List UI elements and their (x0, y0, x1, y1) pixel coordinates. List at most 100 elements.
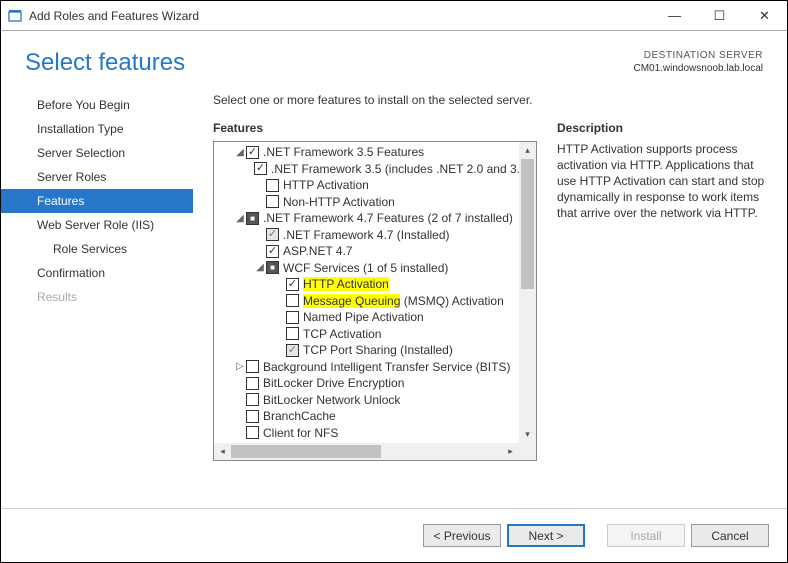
tree-row[interactable]: ASP.NET 4.7 (218, 243, 536, 260)
checkbox[interactable] (286, 311, 299, 324)
nav-item[interactable]: Role Services (25, 237, 193, 261)
tree-row[interactable]: ◢ .NET Framework 3.5 Features (218, 144, 536, 161)
tree-item-label: BranchCache (263, 409, 336, 423)
destination-label: DESTINATION SERVER (633, 49, 763, 62)
minimize-button[interactable]: ― (652, 1, 697, 31)
tree-row[interactable]: Non-HTTP Activation (218, 194, 536, 211)
tree-row[interactable]: HTTP Activation (218, 177, 536, 194)
tree-item-label: HTTP Activation (283, 178, 369, 192)
description-text: HTTP Activation supports process activat… (557, 141, 765, 221)
nav-item[interactable]: Installation Type (25, 117, 193, 141)
tree-item-label: BitLocker Drive Encryption (263, 376, 404, 390)
tree-item-label: Background Intelligent Transfer Service … (263, 360, 510, 374)
header: Select features DESTINATION SERVER CM01.… (1, 31, 787, 85)
tree-row[interactable]: Named Pipe Activation (218, 309, 536, 326)
tree-row[interactable]: .NET Framework 3.5 (includes .NET 2.0 an… (218, 161, 536, 178)
destination-server: DESTINATION SERVER CM01.windowsnoob.lab.… (633, 49, 763, 77)
description-label: Description (557, 121, 765, 135)
checkbox[interactable] (246, 393, 259, 406)
nav-item[interactable]: Server Roles (25, 165, 193, 189)
checkbox[interactable] (286, 278, 299, 291)
tree-row[interactable]: .NET Framework 4.7 (Installed) (218, 227, 536, 244)
instruction-text: Select one or more features to install o… (213, 93, 777, 107)
app-icon (7, 8, 23, 24)
tree-item-label: Client for NFS (263, 426, 338, 440)
tree-item-label: .NET Framework 3.5 (includes .NET 2.0 an… (271, 162, 531, 176)
next-button[interactable]: Next > (507, 524, 585, 547)
tree-row[interactable]: Message Queuing (MSMQ) Activation (218, 293, 536, 310)
features-label: Features (213, 121, 537, 135)
checkbox[interactable] (286, 294, 299, 307)
scroll-up-icon[interactable]: ▴ (519, 142, 536, 159)
checkbox[interactable] (286, 344, 299, 357)
tree-item-label: ASP.NET 4.7 (283, 244, 353, 258)
tree-row[interactable]: ◢ WCF Services (1 of 5 installed) (218, 260, 536, 277)
destination-value: CM01.windowsnoob.lab.local (633, 62, 763, 75)
tree-row[interactable]: TCP Port Sharing (Installed) (218, 342, 536, 359)
expand-icon[interactable]: ◢ (234, 213, 246, 224)
expand-icon[interactable]: ◢ (254, 262, 266, 273)
checkbox[interactable] (246, 377, 259, 390)
tree-item-label: HTTP Activation (303, 277, 389, 291)
nav-item[interactable]: Web Server Role (IIS) (25, 213, 193, 237)
tree-item-label: WCF Services (1 of 5 installed) (283, 261, 448, 275)
checkbox[interactable] (286, 327, 299, 340)
scroll-right-icon[interactable]: ▸ (502, 443, 519, 460)
checkbox[interactable] (266, 228, 279, 241)
page-title: Select features (25, 49, 185, 77)
tree-item-label: Message Queuing (MSMQ) Activation (303, 294, 504, 308)
scroll-thumb-vertical[interactable] (521, 159, 534, 289)
tree-row[interactable]: TCP Activation (218, 326, 536, 343)
checkbox[interactable] (246, 426, 259, 439)
scroll-down-icon[interactable]: ▾ (519, 426, 536, 443)
nav-item[interactable]: Features (1, 189, 193, 213)
tree-row[interactable]: BitLocker Network Unlock (218, 392, 536, 409)
features-tree[interactable]: ◢ .NET Framework 3.5 Features .NET Framewo… (214, 142, 536, 460)
tree-row[interactable]: ▷ Background Intelligent Transfer Service… (218, 359, 536, 376)
nav-item[interactable]: Server Selection (25, 141, 193, 165)
footer: < Previous Next > Install Cancel (1, 508, 787, 562)
expand-icon[interactable]: ▷ (234, 361, 246, 372)
tree-item-label: BitLocker Network Unlock (263, 393, 400, 407)
checkbox[interactable] (266, 179, 279, 192)
checkbox[interactable] (266, 195, 279, 208)
tree-row[interactable]: BitLocker Drive Encryption (218, 375, 536, 392)
tree-row[interactable]: ◢ .NET Framework 4.7 Features (2 of 7 ins… (218, 210, 536, 227)
tree-item-label: .NET Framework 3.5 Features (263, 145, 424, 159)
checkbox[interactable] (246, 360, 259, 373)
tree-item-label: Named Pipe Activation (303, 310, 424, 324)
checkbox[interactable] (254, 162, 267, 175)
expand-icon[interactable]: ◢ (234, 147, 246, 158)
tree-item-label: Non-HTTP Activation (283, 195, 395, 209)
cancel-button[interactable]: Cancel (691, 524, 769, 547)
scroll-thumb-horizontal[interactable] (231, 445, 381, 458)
tree-row[interactable]: Client for NFS (218, 425, 536, 442)
checkbox[interactable] (246, 410, 259, 423)
checkbox[interactable] (246, 212, 259, 225)
tree-item-label: .NET Framework 4.7 Features (2 of 7 inst… (263, 211, 513, 225)
install-button[interactable]: Install (607, 524, 685, 547)
main-panel: Select one or more features to install o… (193, 85, 787, 485)
tree-row[interactable]: BranchCache (218, 408, 536, 425)
vertical-scrollbar[interactable]: ▴ ▾ (519, 142, 536, 443)
tree-row[interactable]: HTTP Activation (218, 276, 536, 293)
tree-item-label: .NET Framework 4.7 (Installed) (283, 228, 450, 242)
close-button[interactable]: ✕ (742, 1, 787, 31)
content: Before You BeginInstallation TypeServer … (1, 85, 787, 485)
previous-button[interactable]: < Previous (423, 524, 501, 547)
tree-item-label: TCP Activation (303, 327, 381, 341)
checkbox[interactable] (266, 261, 279, 274)
nav-item: Results (25, 285, 193, 309)
horizontal-scrollbar[interactable]: ◂ ▸ (214, 443, 536, 460)
nav-item[interactable]: Before You Begin (25, 93, 193, 117)
scroll-left-icon[interactable]: ◂ (214, 443, 231, 460)
features-tree-container: ◢ .NET Framework 3.5 Features .NET Framewo… (213, 141, 537, 461)
wizard-nav: Before You BeginInstallation TypeServer … (25, 85, 193, 485)
window-title: Add Roles and Features Wizard (29, 9, 652, 23)
nav-item[interactable]: Confirmation (25, 261, 193, 285)
titlebar: Add Roles and Features Wizard ― ☐ ✕ (1, 1, 787, 31)
maximize-button[interactable]: ☐ (697, 1, 742, 31)
checkbox[interactable] (246, 146, 259, 159)
checkbox[interactable] (266, 245, 279, 258)
tree-item-label: TCP Port Sharing (Installed) (303, 343, 453, 357)
